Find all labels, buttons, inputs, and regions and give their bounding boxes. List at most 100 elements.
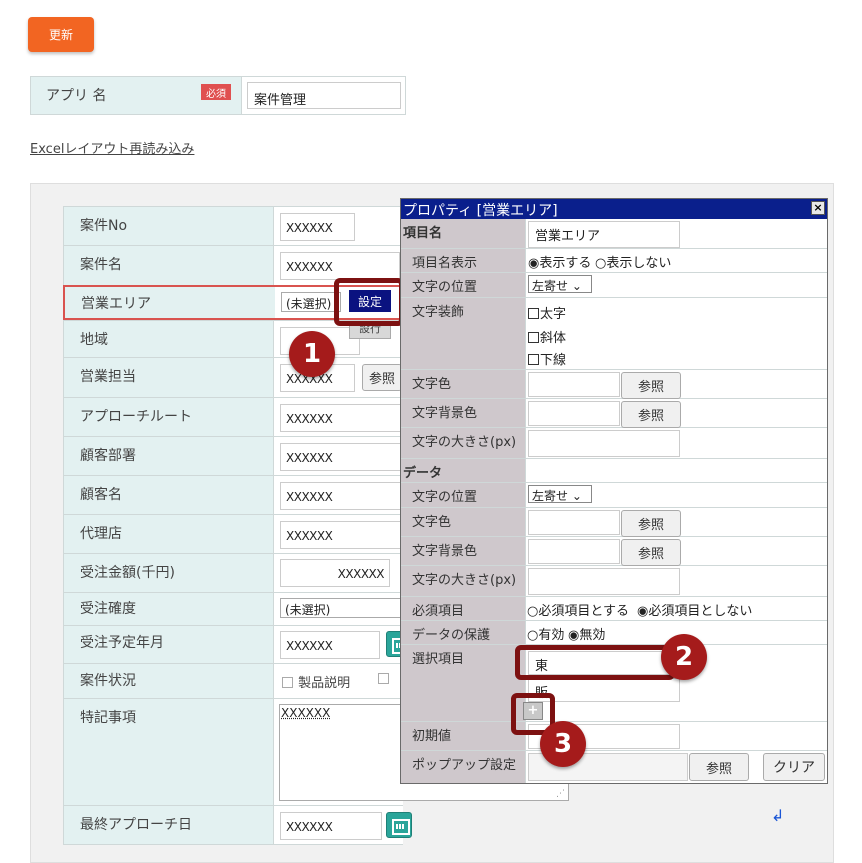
data-bg-color-input[interactable] [528, 539, 620, 564]
form-label: 営業担当 [80, 369, 136, 385]
case-no-input[interactable]: XXXXXX [280, 213, 355, 241]
customer-dept-input[interactable]: XXXXXX [280, 443, 402, 471]
checkbox-underline[interactable]: 下線 [528, 349, 566, 368]
dialog-label: 項目名表示 [412, 256, 478, 271]
dialog-row-popup: ポップアップ設定 参照 クリア [401, 751, 827, 783]
form-row-case-status: 案件状況 製品説明 [63, 663, 403, 698]
checkbox-icon [528, 332, 539, 343]
popup-ref-button[interactable]: 参照 [689, 753, 749, 781]
customer-name-input[interactable]: XXXXXX [280, 482, 402, 510]
app-name-row: アプリ 名 必須 案件管理 [30, 76, 406, 115]
form-row-last-approach: 最終アプローチ日 XXXXXX [63, 805, 412, 845]
radio-protect-off[interactable]: ◉無効 [568, 624, 605, 643]
app-name-label-cell: アプリ 名 必須 [31, 77, 242, 114]
resize-handle-icon[interactable]: ⋰ [556, 789, 565, 799]
form-label: アプローチルート [80, 409, 192, 425]
data-text-color-ref-button[interactable]: 参照 [621, 510, 681, 537]
agency-input[interactable]: XXXXXX [280, 521, 402, 549]
form-label: 案件名 [80, 257, 122, 273]
dialog-row-data-color: 文字色 参照 [401, 508, 827, 537]
form-row-order-amount: 受注金額(千円) XXXXXX [63, 553, 403, 592]
property-dialog: プロパティ [営業エリア] × 項目名 営業エリア 項目名表示 ◉表示する ○表… [400, 198, 828, 784]
checkbox-icon [282, 677, 293, 688]
update-button[interactable]: 更新 [28, 17, 94, 52]
required-badge: 必須 [201, 84, 231, 100]
sales-area-select[interactable]: (未選択) [281, 292, 341, 312]
app-name-input[interactable]: 案件管理 [247, 82, 401, 109]
order-probability-select[interactable]: (未選択) [280, 598, 402, 618]
bg-color-ref-button[interactable]: 参照 [621, 401, 681, 428]
checkbox-icon[interactable] [378, 672, 390, 687]
popup-clear-button[interactable]: クリア [763, 753, 825, 781]
form-row-agency: 代理店 XXXXXX [63, 514, 403, 553]
excel-reload-link[interactable]: Excelレイアウト再読み込み [30, 138, 194, 157]
radio-show[interactable]: ◉表示する [528, 252, 591, 271]
data-text-pos-select[interactable]: 左寄せ ⌄ [528, 485, 592, 503]
dialog-section-label: データ [403, 466, 443, 481]
chevron-down-icon: ⌄ [571, 489, 582, 503]
bg-color-input[interactable] [528, 401, 620, 426]
callout-badge-2: 2 [661, 634, 707, 680]
order-amount-input[interactable]: XXXXXX [280, 559, 390, 587]
dialog-row-item-display: 項目名表示 ◉表示する ○表示しない [401, 249, 827, 273]
case-name-input[interactable]: XXXXXX [280, 252, 400, 280]
text-color-ref-button[interactable]: 参照 [621, 372, 681, 399]
item-name-input[interactable]: 営業エリア [528, 221, 680, 248]
form-label: 顧客名 [80, 487, 122, 503]
order-month-input[interactable]: XXXXXX [280, 631, 380, 659]
checkbox-italic[interactable]: 斜体 [528, 327, 566, 346]
dialog-row-required: 必須項目 ○必須項目とする ◉必須項目としない [401, 597, 827, 621]
form-label: 受注予定年月 [80, 635, 164, 651]
close-icon[interactable]: × [811, 201, 825, 215]
form-label: 代理店 [80, 526, 122, 542]
dialog-label: 文字背景色 [412, 406, 478, 421]
highlight-frame-2 [515, 645, 675, 680]
dialog-label: 文字の大きさ(px) [412, 435, 517, 450]
highlight-frame-1 [334, 278, 404, 326]
dialog-row-data-section: データ [401, 459, 827, 483]
dialog-label: 文字の大きさ(px) [412, 573, 517, 588]
data-text-size-input[interactable] [528, 568, 680, 595]
form-label: 案件No [80, 218, 128, 234]
form-row-customer-name: 顧客名 XXXXXX [63, 475, 403, 514]
dialog-row-text-pos: 文字の位置 左寄せ ⌄ [401, 273, 827, 298]
dialog-label: 必須項目 [412, 604, 465, 619]
data-bg-color-ref-button[interactable]: 参照 [621, 539, 681, 566]
dialog-row-color: 文字色 参照 [401, 370, 827, 399]
calendar-icon[interactable] [386, 812, 412, 838]
form-label: 顧客部署 [80, 448, 136, 464]
dialog-row-item-name: 項目名 営業エリア [401, 219, 827, 249]
app-name-label: アプリ 名 [46, 88, 107, 104]
dialog-label: 選択項目 [412, 652, 465, 667]
radio-required[interactable]: ○必須項目とする [527, 600, 629, 619]
checkbox-bold[interactable]: 太字 [528, 303, 566, 322]
text-color-input[interactable] [528, 372, 620, 397]
form-value-cell: XXXXXX [274, 207, 403, 245]
form-label: 営業エリア [81, 296, 151, 312]
checkbox-icon [528, 308, 539, 319]
checkbox-icon [528, 354, 539, 365]
radio-protect-on[interactable]: ○有効 [527, 624, 564, 643]
dialog-label: 文字の位置 [412, 280, 478, 295]
status-checkbox-product[interactable]: 製品説明 [282, 672, 350, 691]
data-text-color-input[interactable] [528, 510, 620, 535]
text-pos-select[interactable]: 左寄せ ⌄ [528, 275, 592, 293]
last-approach-input[interactable]: XXXXXX [280, 812, 382, 840]
dialog-section-label: 項目名 [403, 226, 443, 241]
form-label: 最終アプローチ日 [80, 817, 192, 833]
form-label: 受注金額(千円) [80, 565, 175, 581]
radio-hide[interactable]: ○表示しない [595, 252, 671, 271]
dialog-label: 文字装飾 [412, 305, 465, 320]
dialog-label: 初期値 [412, 729, 452, 744]
form-row-customer-dept: 顧客部署 XXXXXX [63, 436, 403, 475]
dialog-label: 文字の位置 [412, 490, 478, 505]
sales-rep-ref-button[interactable]: 参照 [362, 364, 402, 391]
dialog-row-data-bg-color: 文字背景色 参照 [401, 537, 827, 566]
text-size-input[interactable] [528, 430, 680, 457]
form-row-sales-rep: 営業担当 XXXXXX 参照 [63, 357, 403, 397]
dialog-row-data-text-pos: 文字の位置 左寄せ ⌄ [401, 483, 827, 508]
radio-not-required[interactable]: ◉必須項目としない [637, 600, 752, 619]
return-arrow-icon: ↲ [771, 806, 785, 825]
approach-route-input[interactable]: XXXXXX [280, 404, 402, 432]
dialog-label: 文字色 [412, 377, 452, 392]
